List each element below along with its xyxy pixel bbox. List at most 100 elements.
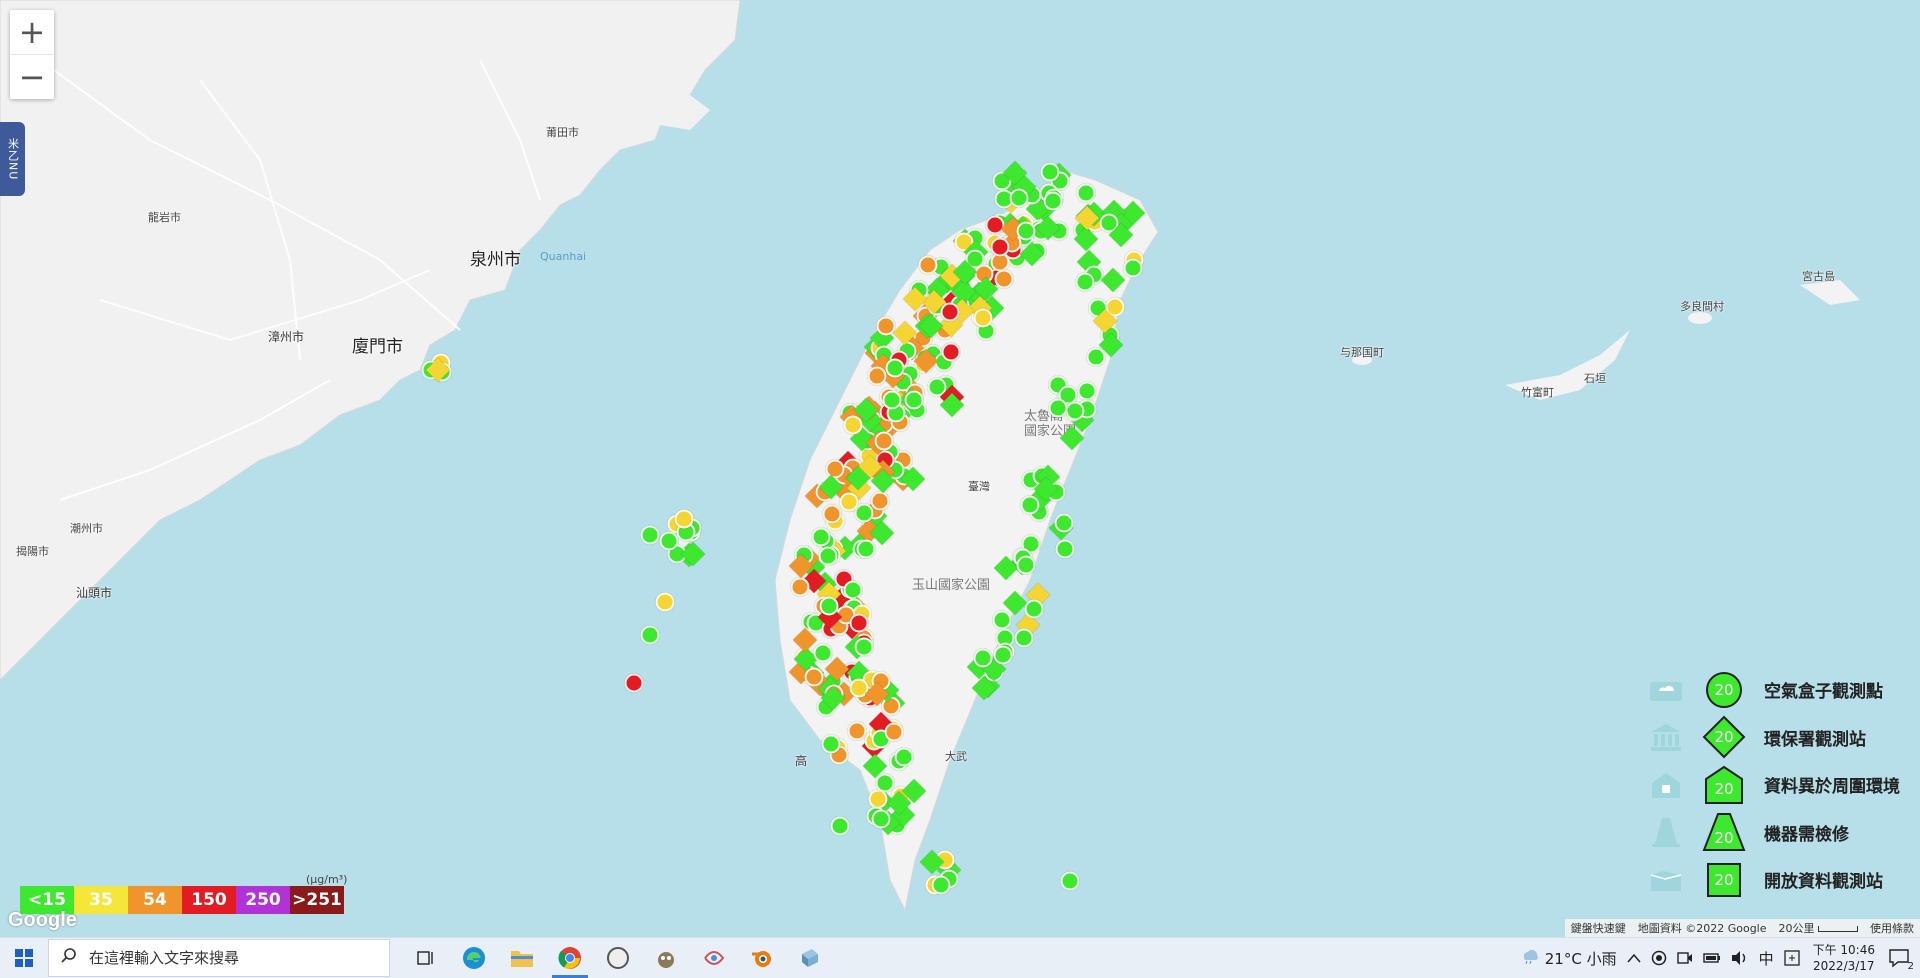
sensor-marker[interactable]: [1075, 272, 1095, 292]
weather-widget[interactable]: 21°C 小雨: [1521, 948, 1617, 969]
sensor-marker[interactable]: [1055, 539, 1075, 559]
sensor-marker[interactable]: [973, 648, 993, 668]
sensor-marker[interactable]: [1020, 495, 1040, 515]
aqi-segment-moderate: 35: [74, 886, 128, 914]
sensor-marker[interactable]: [904, 390, 924, 410]
sensor-marker[interactable]: [918, 255, 938, 275]
sensor-marker[interactable]: [1040, 162, 1060, 182]
sensor-marker[interactable]: [1048, 398, 1068, 418]
sensor-marker[interactable]: [1024, 599, 1044, 619]
sensor-marker[interactable]: [1060, 871, 1080, 891]
sensor-marker[interactable]: [821, 734, 841, 754]
sensor-marker[interactable]: [885, 358, 905, 378]
sensor-marker[interactable]: [1123, 258, 1143, 278]
inkscape-app-icon[interactable]: [690, 938, 738, 978]
sensor-marker[interactable]: [674, 509, 694, 529]
basemap: [0, 0, 1860, 912]
chevron-up-icon[interactable]: [1627, 953, 1641, 963]
sensor-marker[interactable]: [819, 596, 839, 616]
sensor-marker[interactable]: [894, 747, 914, 767]
search-input[interactable]: [87, 948, 381, 968]
3d-viewer-app-icon[interactable]: [786, 938, 834, 978]
compass-app-icon[interactable]: [594, 938, 642, 978]
sensor-marker[interactable]: [640, 625, 660, 645]
legend-row-opendata: 20 開放資料觀測站: [1646, 856, 1916, 904]
sensor-marker[interactable]: [1065, 401, 1085, 421]
sensor-marker[interactable]: [994, 269, 1014, 289]
meet-now-icon[interactable]: [1676, 950, 1693, 966]
keyboard-layout-icon[interactable]: [1783, 950, 1800, 966]
chrome-browser-icon[interactable]: [546, 938, 594, 978]
sensor-marker[interactable]: [1077, 381, 1097, 401]
sensor-marker[interactable]: [1043, 191, 1063, 211]
terms-link[interactable]: 使用條款: [1870, 920, 1914, 936]
sensor-marker[interactable]: [640, 525, 660, 545]
place-label-zhangzhou: 漳州市: [268, 330, 305, 344]
sensor-marker[interactable]: [849, 613, 869, 633]
sensor-marker[interactable]: [993, 645, 1013, 665]
battery-icon[interactable]: [1702, 952, 1721, 964]
sensor-marker[interactable]: [655, 592, 675, 612]
sensor-marker[interactable]: [843, 580, 863, 600]
sensor-marker[interactable]: [856, 539, 876, 559]
sensor-marker[interactable]: [871, 809, 891, 829]
record-icon[interactable]: [1651, 950, 1667, 966]
sensor-marker[interactable]: [870, 491, 890, 511]
keyboard-shortcuts-link[interactable]: 鍵盤快速鍵: [1571, 920, 1626, 936]
map-view[interactable]: 泉州市 廈門市 漳州市 莆田市 龍岩市 潮州市 揭陽市 汕頭市 Quanhai …: [0, 0, 1920, 937]
sensor-marker[interactable]: [875, 773, 895, 793]
volume-icon[interactable]: [1731, 950, 1749, 966]
sensor-marker[interactable]: [882, 390, 902, 410]
sensor-marker[interactable]: [624, 673, 644, 693]
gimp-app-icon[interactable]: [642, 938, 690, 978]
sensor-marker[interactable]: [1014, 628, 1034, 648]
map-scale-label: 20公里: [1778, 922, 1815, 935]
sensor-marker[interactable]: [659, 531, 679, 551]
sensor-marker[interactable]: [839, 492, 859, 512]
sensor-marker[interactable]: [941, 342, 961, 362]
sensor-marker[interactable]: [847, 721, 867, 741]
sensor-marker[interactable]: [884, 722, 904, 742]
map-attribution: 鍵盤快速鍵 地圖資料 ©2022 Google 20公里 使用條款: [1564, 919, 1920, 937]
notification-center-icon[interactable]: 2: [1888, 948, 1914, 972]
sensor-marker[interactable]: [867, 366, 887, 386]
sensor-marker[interactable]: [854, 637, 874, 657]
map-data-credit[interactable]: 地圖資料 ©2022 Google: [1638, 920, 1767, 936]
sensor-marker[interactable]: [825, 459, 845, 479]
sensor-marker[interactable]: [1054, 513, 1074, 533]
side-panel-tab[interactable]: 米乙NU: [0, 122, 25, 196]
zoom-in-button[interactable]: +: [10, 10, 54, 54]
sensor-marker[interactable]: [1016, 555, 1036, 575]
place-label-longyan: 龍岩市: [148, 211, 181, 224]
sensor-marker[interactable]: [811, 527, 831, 547]
sensor-marker[interactable]: [1016, 221, 1036, 241]
sensor-marker[interactable]: [874, 431, 894, 451]
sensor-marker[interactable]: [843, 415, 863, 435]
sensor-marker[interactable]: [818, 546, 838, 566]
sensor-marker[interactable]: [790, 577, 810, 597]
blender-app-icon[interactable]: [738, 938, 786, 978]
sensor-marker[interactable]: [973, 308, 993, 328]
system-clock[interactable]: 下午 10:46 2022/3/17: [1813, 942, 1875, 974]
sensor-marker[interactable]: [1086, 347, 1106, 367]
taskbar-search-box[interactable]: [48, 939, 390, 977]
sensor-marker[interactable]: [813, 643, 833, 663]
file-explorer-icon[interactable]: [498, 938, 546, 978]
zoom-out-button[interactable]: −: [10, 54, 54, 99]
sensor-marker[interactable]: [830, 816, 850, 836]
windows-start-button[interactable]: [0, 938, 48, 978]
sensor-marker[interactable]: [985, 215, 1005, 235]
sensor-marker[interactable]: [931, 875, 951, 894]
sensor-marker[interactable]: [990, 237, 1010, 257]
ime-indicator[interactable]: 中: [1759, 948, 1774, 969]
sensor-marker[interactable]: [940, 302, 960, 322]
sensor-marker[interactable]: [1076, 183, 1096, 203]
sensor-marker[interactable]: [804, 667, 824, 687]
edge-browser-icon[interactable]: [450, 938, 498, 978]
sensor-marker[interactable]: [1009, 188, 1029, 208]
place-label-quanzhou: 泉州市: [470, 250, 521, 270]
task-view-icon[interactable]: [402, 938, 450, 978]
sensor-marker[interactable]: [876, 316, 896, 336]
sensor-marker[interactable]: [822, 504, 842, 524]
sensor-marker[interactable]: [992, 610, 1012, 630]
